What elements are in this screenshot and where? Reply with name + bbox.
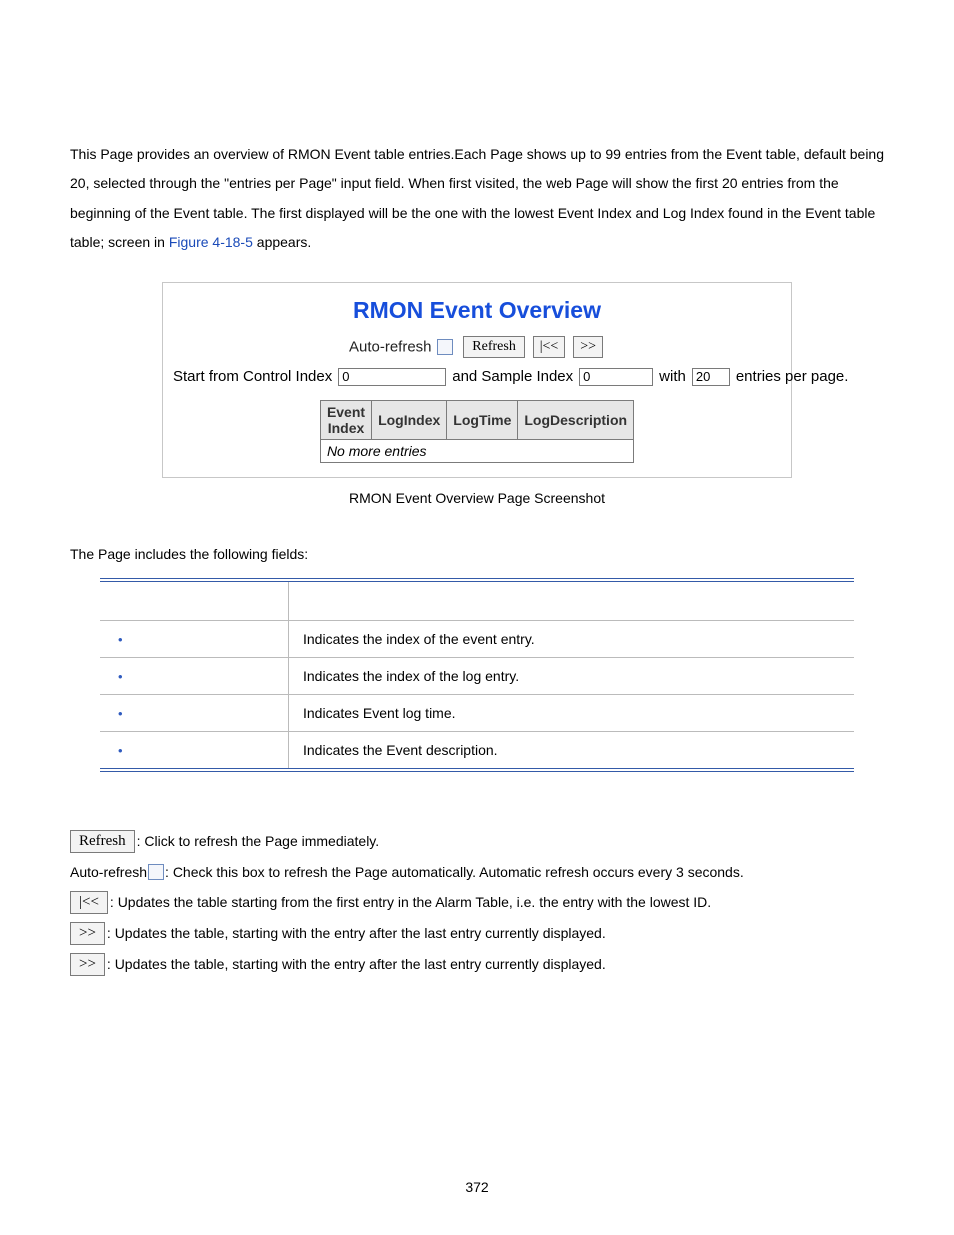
fields-table: Indicates the index of the event entry. … — [100, 578, 854, 772]
autorefresh-checkbox[interactable] — [437, 339, 453, 355]
th-event-index: Event Index — [320, 400, 371, 439]
fields-intro: The Page includes the following fields: — [70, 546, 884, 562]
table-row: Indicates the index of the event entry. — [100, 620, 854, 657]
autorefresh-description: : Check this box to refresh the Page aut… — [165, 857, 744, 888]
intro-paragraph: This Page provides an overview of RMON E… — [70, 140, 884, 258]
sample-index-label: and Sample Index — [452, 368, 573, 385]
first-button-sample[interactable]: |<< — [70, 891, 108, 914]
page-number: 372 — [0, 1179, 954, 1195]
description-cell: Indicates the index of the log entry. — [289, 657, 855, 694]
fields-th-description — [289, 580, 855, 621]
th-logindex: LogIndex — [372, 400, 447, 439]
description-cell: Indicates Event log time. — [289, 694, 855, 731]
table-row: Indicates the index of the log entry. — [100, 657, 854, 694]
object-cell — [100, 657, 289, 694]
screenshot-panel: RMON Event Overview Auto-refresh Refresh… — [162, 282, 792, 478]
description-cell: Indicates the index of the event entry. — [289, 620, 855, 657]
next-button-sample-2[interactable]: >> — [70, 953, 105, 976]
autorefresh-label: Auto-refresh — [349, 338, 432, 355]
entries-per-page-label: entries per page. — [736, 368, 849, 385]
autorefresh-checkbox-sample[interactable] — [148, 864, 164, 880]
object-cell — [100, 731, 289, 770]
object-cell — [100, 620, 289, 657]
autorefresh-label-sample: Auto-refresh — [70, 857, 147, 888]
start-control-index-label: Start from Control Index — [173, 368, 332, 385]
object-cell — [100, 694, 289, 731]
first-page-button[interactable]: |<< — [533, 336, 566, 358]
entries-per-page-input[interactable] — [692, 368, 730, 386]
refresh-button[interactable]: Refresh — [463, 336, 525, 358]
event-log-table: Event Index LogIndex LogTime LogDescript… — [320, 400, 634, 463]
th-logdescription: LogDescription — [518, 400, 634, 439]
first-description: : Updates the table starting from the fi… — [110, 887, 711, 918]
no-entries-row: No more entries — [320, 439, 633, 462]
table-row: Indicates the Event description. — [100, 731, 854, 770]
description-cell: Indicates the Event description. — [289, 731, 855, 770]
table-row: Indicates Event log time. — [100, 694, 854, 731]
panel-title: RMON Event Overview — [173, 297, 781, 324]
next-page-button[interactable]: >> — [573, 336, 603, 358]
refresh-description: : Click to refresh the Page immediately. — [137, 826, 380, 857]
fields-th-object — [100, 580, 289, 621]
sample-index-input[interactable] — [579, 368, 653, 386]
th-logtime: LogTime — [447, 400, 518, 439]
control-index-input[interactable] — [338, 368, 446, 386]
next-button-sample[interactable]: >> — [70, 922, 105, 945]
intro-tail: appears. — [257, 234, 311, 250]
refresh-button-sample[interactable]: Refresh — [70, 830, 135, 853]
next-description-2: : Updates the table, starting with the e… — [107, 949, 606, 980]
with-label: with — [659, 368, 686, 385]
figure-link[interactable]: Figure 4-18-5 — [169, 234, 253, 250]
next-description-1: : Updates the table, starting with the e… — [107, 918, 606, 949]
screenshot-caption: RMON Event Overview Page Screenshot — [70, 490, 884, 506]
